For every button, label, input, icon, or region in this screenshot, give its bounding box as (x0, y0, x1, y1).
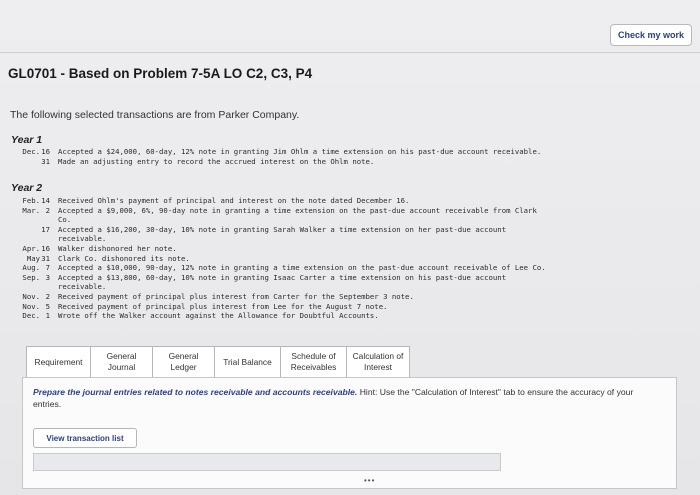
transaction-month: Apr. (22, 243, 40, 253)
transaction-month (8, 157, 40, 167)
tab-calculation-of-interest[interactable]: Calculation of Interest (346, 346, 410, 378)
transaction-month (8, 225, 40, 235)
transaction-month: May (26, 253, 40, 263)
year1-transactions: Dec. 16 Accepted a $24,000, 60-day, 12% no… (8, 147, 694, 166)
transaction-day (40, 234, 58, 244)
transaction-day: 31 (41, 253, 50, 263)
transaction-month: Feb. (22, 196, 40, 205)
transaction-text: receivable. (58, 234, 107, 244)
transaction-row: Mar. 2 Accepted a $9,000, 6%, 90-day note … (8, 206, 694, 216)
tab-requirement[interactable]: Requirement (26, 346, 90, 378)
transaction-row: Dec. 16 Accepted a $24,000, 60-day, 12% no… (8, 147, 694, 157)
transaction-text: Accepted a $9,000, 6%, 90-day note in gr… (58, 205, 537, 215)
transaction-text: Made an adjusting entry to record the ac… (58, 156, 375, 166)
transaction-row: receivable. (8, 282, 694, 292)
transaction-text: Co. (58, 215, 72, 225)
transaction-day: 31 (41, 156, 50, 166)
transaction-text: Walker dishonored her note. (58, 243, 177, 253)
transaction-text: receivable. (58, 282, 107, 292)
page-title: GL0701 - Based on Problem 7-5A LO C2, C3… (8, 66, 313, 81)
transaction-text: Wrote off the Walker account against the… (58, 311, 379, 321)
transaction-text: Received Ohlm's payment of principal and… (58, 196, 410, 205)
transaction-month: Aug. (22, 263, 40, 273)
transaction-text: Accepted a $13,800, 60-day, 10% note in … (58, 272, 507, 282)
transaction-day: 2 (45, 291, 50, 301)
tab-schedule-of-receivables[interactable]: Schedule of Receivables (280, 346, 346, 378)
transaction-row: Feb. 14 Received Ohlm's payment of princip… (8, 196, 694, 206)
transaction-day: 14 (41, 196, 50, 205)
transaction-month: Dec. (22, 147, 40, 156)
intro-text: The following selected transactions are … (10, 109, 300, 121)
transaction-month: Dec. (22, 311, 40, 321)
tab-general-journal[interactable]: General Journal (90, 346, 152, 378)
transaction-day: 7 (45, 263, 50, 273)
transaction-row: Nov. 5 Received payment of principal plus … (8, 302, 694, 312)
instruction-text: Prepare the journal entries related to n… (33, 386, 663, 410)
transaction-text: Accepted a $16,200, 30-day, 10% note in … (58, 224, 507, 234)
transaction-month (8, 234, 40, 244)
transaction-text: Received payment of principal plus inter… (58, 301, 388, 311)
tab-bar: Requirement General Journal General Ledger… (26, 346, 410, 378)
transaction-day (40, 215, 58, 225)
year2-transactions: Feb. 14 Received Ohlm's payment of princip… (8, 196, 694, 321)
entry-bar[interactable] (33, 453, 501, 471)
check-my-work-button[interactable]: Check my work (610, 24, 692, 46)
transaction-month: Nov. (22, 301, 40, 311)
tab-trial-balance[interactable]: Trial Balance (214, 346, 280, 378)
transaction-day: 17 (41, 224, 50, 234)
transaction-day (40, 282, 58, 292)
transaction-month (8, 215, 40, 225)
year1-label: Year 1 (11, 134, 43, 146)
tab-general-ledger[interactable]: General Ledger (152, 346, 214, 378)
transaction-row: Sep. 3 Accepted a $13,800, 60-day, 10% not… (8, 273, 694, 283)
transaction-day: 3 (45, 272, 50, 282)
transaction-row: Aug. 7 Accepted a $10,000, 90-day, 12% not… (8, 263, 694, 273)
transaction-month (8, 282, 40, 292)
transaction-text: Accepted a $10,000, 90-day, 12% note in … (58, 263, 546, 273)
requirement-panel: Prepare the journal entries related to n… (22, 377, 677, 489)
transaction-month: Mar. (22, 205, 40, 215)
more-dots-icon[interactable]: ••• (364, 476, 375, 485)
header-divider (0, 52, 700, 53)
transaction-day: 16 (41, 243, 50, 253)
transaction-month: Nov. (22, 291, 40, 301)
transaction-row: Nov. 2 Received payment of principal plus … (8, 292, 694, 302)
transaction-text: Clark Co. dishonored its note. (58, 253, 190, 263)
transaction-row: receivable. (8, 234, 694, 244)
transaction-text: Received payment of principal plus inter… (58, 291, 414, 301)
transaction-month: Sep. (22, 272, 40, 282)
instruction-bold: Prepare the journal entries related to n… (33, 387, 358, 397)
transaction-text: Accepted a $24,000, 60-day, 12% note in … (58, 147, 542, 156)
transaction-row: 17 Accepted a $16,200, 30-day, 10% note i… (8, 225, 694, 235)
transaction-row: 31 Made an adjusting entry to record the … (8, 157, 694, 167)
transaction-day: 5 (45, 301, 50, 311)
transaction-day: 2 (45, 205, 50, 215)
view-transaction-list-button[interactable]: View transaction list (33, 428, 137, 448)
transaction-row: Co. (8, 215, 694, 225)
transaction-row: May 31 Clark Co. dishonored its note. (8, 254, 694, 264)
transaction-day: 16 (41, 147, 50, 156)
transaction-row: Dec. 1 Wrote off the Walker account agains… (8, 311, 694, 321)
page: Check my work GL0701 - Based on Problem … (0, 0, 700, 495)
year2-label: Year 2 (11, 182, 43, 194)
transaction-row: Apr. 16 Walker dishonored her note. (8, 244, 694, 254)
transaction-day: 1 (45, 311, 50, 321)
